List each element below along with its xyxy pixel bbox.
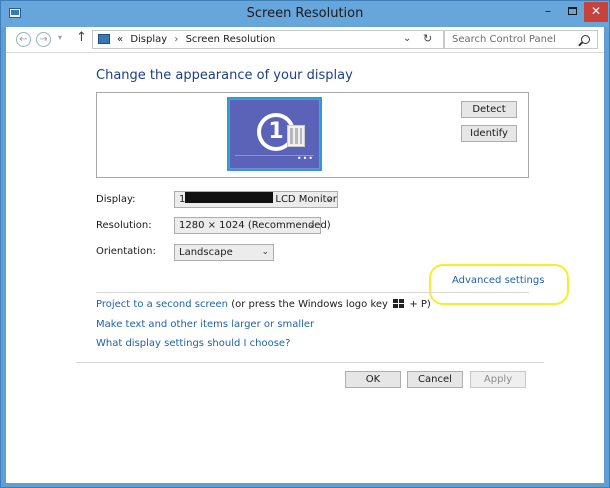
apply-button[interactable]: Apply [470, 371, 526, 388]
windows-logo-icon [393, 299, 405, 308]
page-title: Change the appearance of your display [96, 68, 353, 83]
breadcrumb-overflow[interactable]: « [117, 34, 123, 45]
breadcrumb: « Display › Screen Resolution [117, 34, 275, 45]
window-title: Screen Resolution [246, 6, 364, 21]
main-content: Change the appearance of your display 1 … [6, 53, 604, 483]
advanced-settings-link[interactable]: Advanced settings [452, 275, 544, 286]
detect-button[interactable]: Detect [461, 101, 517, 118]
project-note: (or press the Windows logo key [231, 299, 388, 310]
breadcrumb-display[interactable]: Display [130, 34, 167, 45]
display-label: Display: [96, 194, 136, 205]
screen-resolution-window: Screen Resolution – ✕ ← → ▾ ↑ « Display … [0, 0, 610, 488]
project-line: Project to a second screen (or press the… [96, 299, 431, 310]
recent-locations-button[interactable]: ▾ [58, 33, 62, 42]
windows-grid-icon [287, 125, 305, 147]
forward-button[interactable]: → [36, 32, 51, 47]
chevron-down-icon: ⌄ [261, 247, 269, 257]
title-bar[interactable]: Screen Resolution – ✕ [1, 1, 609, 27]
maximize-icon [567, 7, 577, 15]
monitor-dots: ••• [296, 154, 314, 163]
navigation-bar: ← → ▾ ↑ « Display › Screen Resolution ⌄ … [6, 27, 604, 53]
refresh-icon[interactable]: ↻ [423, 32, 432, 45]
orientation-select[interactable]: Landscape ⌄ [174, 244, 274, 261]
orientation-value: Landscape [179, 247, 233, 258]
search-input[interactable]: Search Control Panel [444, 30, 598, 49]
breadcrumb-screen-resolution[interactable]: Screen Resolution [186, 34, 276, 45]
project-second-screen-link[interactable]: Project to a second screen [96, 299, 228, 310]
search-placeholder: Search Control Panel [452, 34, 556, 45]
ok-button[interactable]: OK [345, 371, 401, 388]
display-select[interactable]: 1 LCD Monitor ⌄ [174, 191, 338, 208]
control-panel-icon [98, 34, 110, 44]
display-settings-help-link[interactable]: What display settings should I choose? [96, 338, 290, 349]
project-shortcut: + P) [409, 299, 431, 310]
close-button[interactable]: ✕ [584, 2, 608, 22]
text-size-link[interactable]: Make text and other items larger or smal… [96, 319, 314, 330]
orientation-label: Orientation: [96, 246, 156, 257]
chevron-down-icon: ⌄ [325, 194, 333, 204]
breadcrumb-separator: › [174, 34, 179, 45]
back-button[interactable]: ← [16, 32, 31, 47]
address-dropdown-icon[interactable]: ⌄ [403, 33, 411, 44]
minimize-button[interactable]: – [536, 2, 560, 22]
identify-button[interactable]: Identify [461, 125, 517, 142]
monitor-1[interactable]: 1 ••• [227, 97, 322, 171]
redacted-block [185, 192, 274, 203]
chevron-down-icon: ⌄ [308, 220, 316, 230]
address-bar[interactable]: « Display › Screen Resolution ⌄ ↻ [92, 30, 444, 49]
cancel-button[interactable]: Cancel [407, 371, 463, 388]
search-icon[interactable] [581, 35, 590, 44]
footer-divider [76, 362, 544, 363]
resolution-select[interactable]: 1280 × 1024 (Recommended) ⌄ [174, 217, 331, 234]
section-divider [96, 292, 529, 293]
maximize-button[interactable] [560, 2, 584, 22]
up-button[interactable]: ↑ [76, 30, 87, 45]
resolution-label: Resolution: [96, 220, 152, 231]
